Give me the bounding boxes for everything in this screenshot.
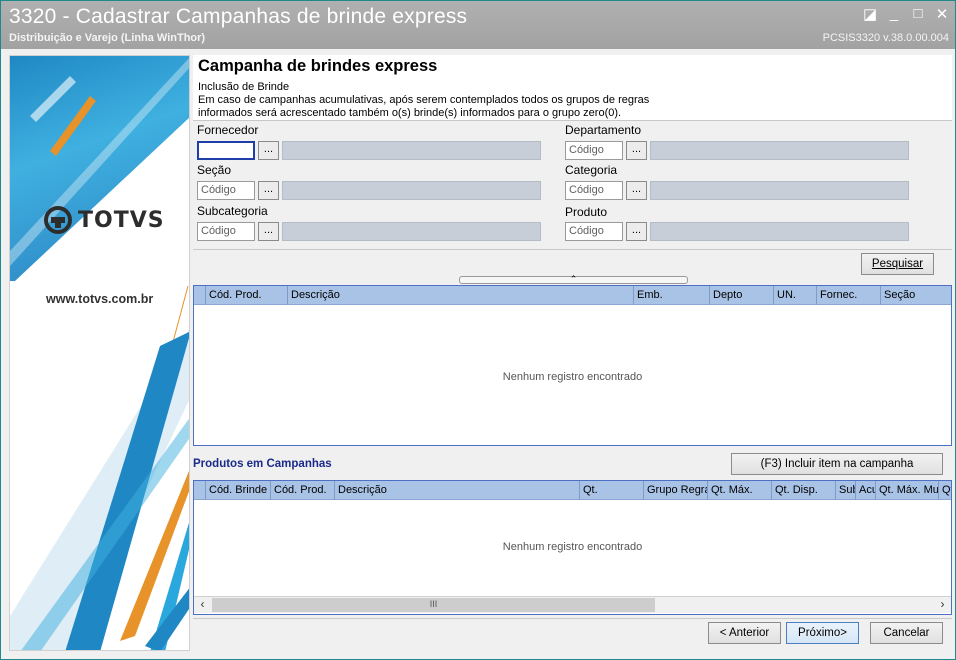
categoria-description-field [650, 181, 909, 200]
scroll-right-icon[interactable]: › [934, 597, 951, 613]
close-icon[interactable]: ✕ [935, 5, 949, 23]
col-qt-extra[interactable]: Qt [938, 481, 951, 500]
totvs-logo-icon [44, 206, 72, 234]
banner-stripes-top [10, 58, 189, 281]
title-bar[interactable]: 3320 - Cadastrar Campanhas de brinde exp… [1, 1, 955, 49]
col-cod-brinde[interactable]: Cód. Brinde [205, 481, 270, 500]
secao-label: Seção [197, 163, 232, 177]
categoria-label: Categoria [565, 163, 618, 177]
campaign-section-title: Produtos em Campanhas [193, 458, 332, 470]
col-depto[interactable]: Depto [709, 286, 773, 305]
back-button[interactable]: < Anterior [708, 622, 781, 644]
page-subtitle: Inclusão de Brinde [198, 81, 290, 93]
departamento-label: Departamento [565, 123, 642, 137]
row-selector-header [194, 286, 205, 305]
col-acu[interactable]: Acu [855, 481, 875, 500]
splitter-handle[interactable]: ⌃ [459, 275, 688, 284]
col-emb[interactable]: Emb. [633, 286, 709, 305]
fornecedor-code-input[interactable] [197, 141, 255, 160]
col-sub[interactable]: Sub [835, 481, 855, 500]
page-title: Campanha de brindes express [198, 57, 438, 75]
subcategoria-lookup-button[interactable]: ... [258, 222, 279, 241]
fornecedor-lookup-button[interactable]: ... [258, 141, 279, 160]
col-descricao[interactable]: Descrição [287, 286, 633, 305]
footer-divider [193, 618, 952, 619]
search-button-label: Pesquisar [871, 258, 924, 270]
search-button[interactable]: Pesquisar [861, 253, 934, 275]
col-un[interactable]: UN. [773, 286, 816, 305]
window-subtitle: Distribuição e Varejo (Linha WinThor) [9, 32, 206, 44]
products-empty-message: Nenhum registro encontrado [502, 371, 643, 383]
col-secao[interactable]: Seção [880, 286, 951, 305]
col-fornec[interactable]: Fornec. [816, 286, 880, 305]
row-selector-header [194, 481, 205, 500]
campaign-grid-header: Cód. Brinde Cód. Prod. Descrição Qt. Gru… [194, 481, 951, 500]
banner-top-band [10, 56, 189, 281]
col-grupo-regra[interactable]: Grupo Regra [643, 481, 707, 500]
cancel-button[interactable]: Cancelar [870, 622, 943, 644]
version-label: PCSIS3320 v.38.0.00.004 [822, 32, 949, 44]
banner-stripes-bottom [10, 286, 189, 650]
description-line-1: Em caso de campanhas acumulativas, após … [198, 94, 650, 106]
departamento-lookup-button[interactable]: ... [626, 141, 647, 160]
app-window: 3320 - Cadastrar Campanhas de brinde exp… [0, 0, 956, 660]
subcategoria-label: Subcategoria [197, 204, 268, 218]
totvs-logo: TOTVS [44, 206, 165, 234]
produto-description-field [650, 222, 909, 241]
col-cod-prod[interactable]: Cód. Prod. [270, 481, 334, 500]
scroll-thumb[interactable]: III [212, 598, 655, 612]
brand-banner: TOTVS www.totvs.com.br [9, 55, 190, 651]
categoria-lookup-button[interactable]: ... [626, 181, 647, 200]
subcategoria-code-input[interactable]: Código [197, 222, 255, 241]
secao-code-input[interactable]: Código [197, 181, 255, 200]
filters-divider [193, 249, 952, 250]
window-controls: ◪ _ □ ✕ [863, 5, 949, 23]
fornecedor-label: Fornecedor [197, 123, 259, 137]
produto-code-input[interactable]: Código [565, 222, 623, 241]
campaign-grid[interactable]: Cód. Brinde Cód. Prod. Descrição Qt. Gru… [193, 480, 952, 615]
window-title: 3320 - Cadastrar Campanhas de brinde exp… [9, 5, 468, 28]
scroll-left-icon[interactable]: ‹ [194, 597, 211, 613]
products-grid[interactable]: Cód. Prod. Descrição Emb. Depto UN. Forn… [193, 285, 952, 446]
col-qt-max[interactable]: Qt. Máx. [707, 481, 771, 500]
departamento-code-input[interactable]: Código [565, 141, 623, 160]
include-item-button[interactable]: (F3) Incluir item na campanha [731, 453, 943, 475]
logo-text: TOTVS [78, 207, 165, 233]
col-qt-disp[interactable]: Qt. Disp. [771, 481, 835, 500]
col-descricao[interactable]: Descrição [334, 481, 579, 500]
main-panel: Campanha de brindes express Inclusão de … [193, 55, 952, 651]
minimize-icon[interactable]: _ [887, 5, 901, 23]
restore-icon[interactable]: ◪ [863, 5, 877, 23]
col-qt[interactable]: Qt. [579, 481, 643, 500]
fornecedor-description-field [282, 141, 541, 160]
produto-lookup-button[interactable]: ... [626, 222, 647, 241]
subcategoria-description-field [282, 222, 541, 241]
produto-label: Produto [565, 205, 608, 219]
products-grid-header: Cód. Prod. Descrição Emb. Depto UN. Forn… [194, 286, 951, 305]
secao-description-field [282, 181, 541, 200]
description-line-2: informados será acrescentado também o(s)… [198, 106, 622, 119]
maximize-icon[interactable]: □ [911, 5, 925, 23]
departamento-description-field [650, 141, 909, 160]
categoria-code-input[interactable]: Código [565, 181, 623, 200]
page-description: Em caso de campanhas acumulativas, após … [198, 94, 798, 119]
col-cod-prod[interactable]: Cód. Prod. [205, 286, 287, 305]
col-qt-max-mu[interactable]: Qt. Máx. Mu [875, 481, 938, 500]
campaign-empty-message: Nenhum registro encontrado [502, 541, 643, 553]
secao-lookup-button[interactable]: ... [258, 181, 279, 200]
horizontal-scrollbar[interactable]: ‹ III › [194, 596, 951, 613]
next-button[interactable]: Próximo> [786, 622, 859, 644]
page-header: Campanha de brindes express Inclusão de … [193, 55, 952, 121]
